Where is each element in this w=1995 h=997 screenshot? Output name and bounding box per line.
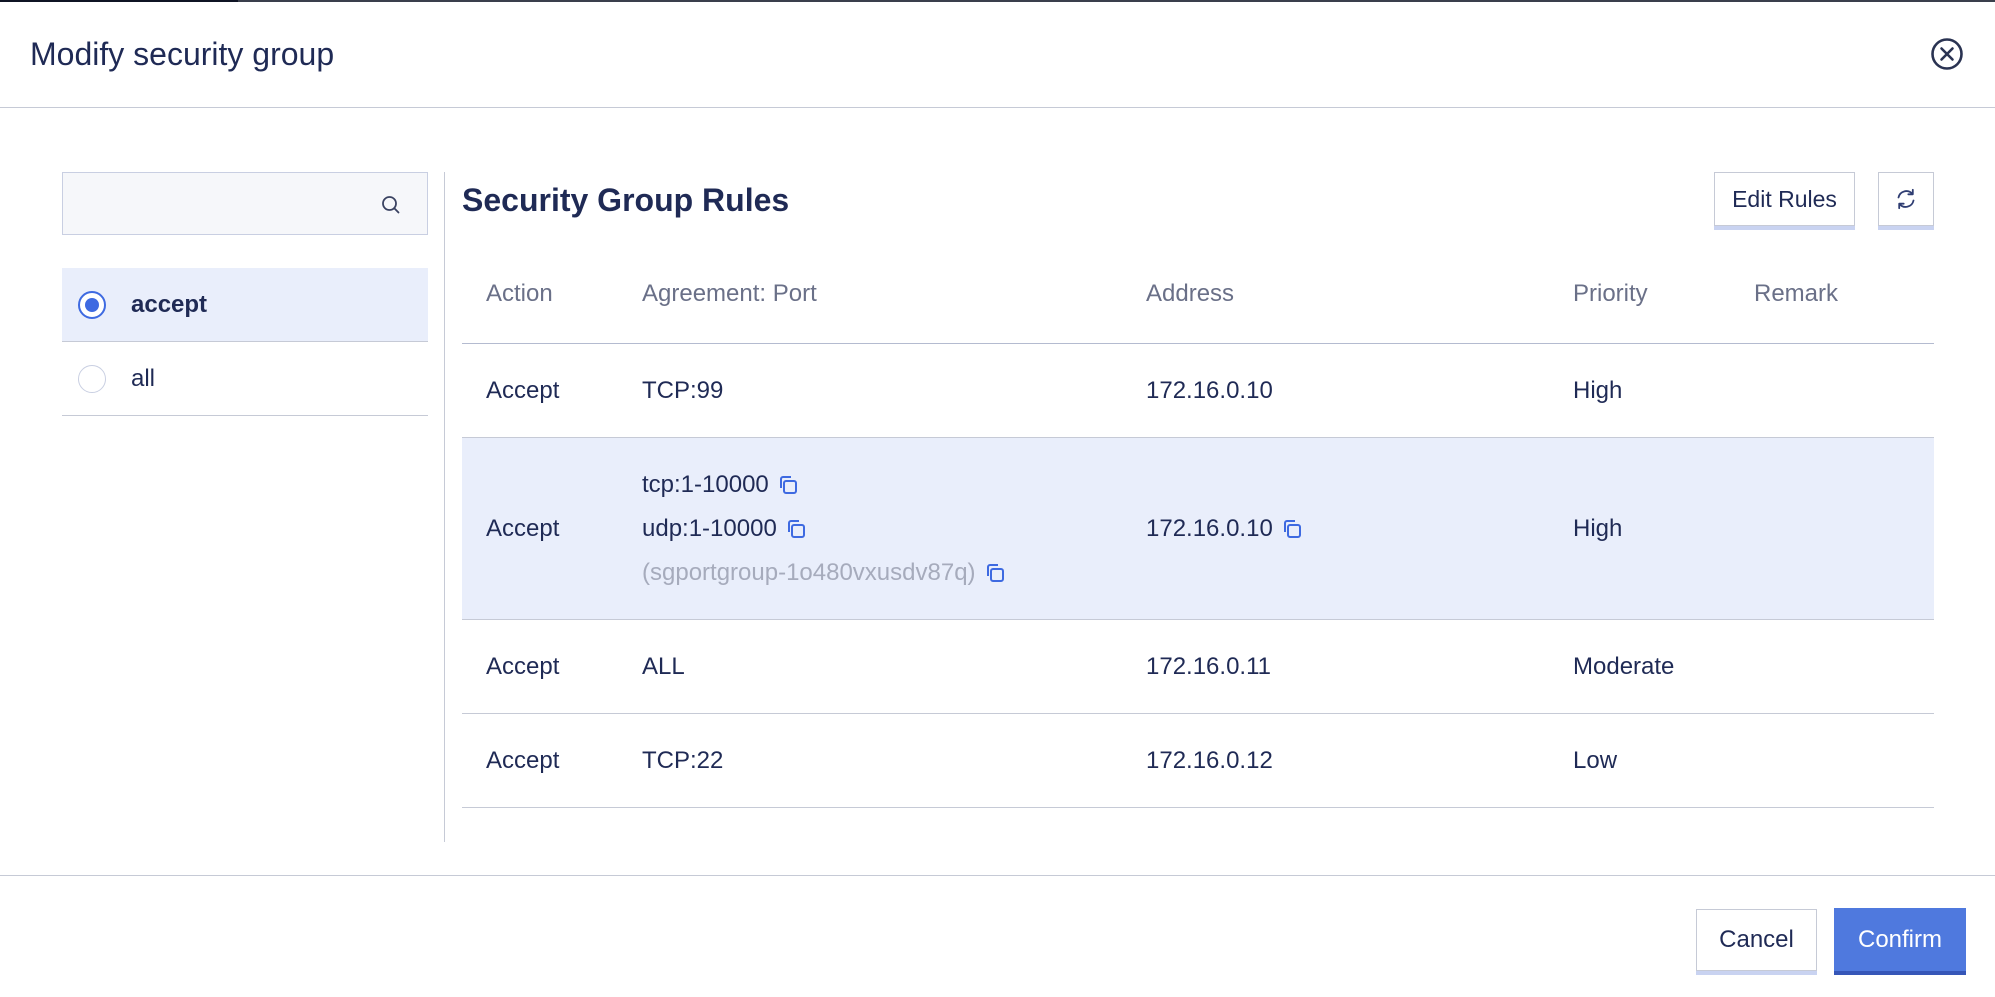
refresh-icon	[1897, 188, 1915, 210]
refresh-button[interactable]	[1878, 172, 1934, 226]
search-icon[interactable]	[381, 195, 401, 215]
copy-icon[interactable]	[1281, 518, 1303, 540]
cell-address: 172.16.0.10	[1146, 376, 1273, 404]
radio-dot	[85, 297, 99, 312]
port-entry: tcp:1-10000	[642, 470, 769, 498]
confirm-button[interactable]: Confirm	[1834, 908, 1966, 971]
group-option-all[interactable]: all	[62, 342, 428, 416]
close-circle-icon	[1931, 38, 1963, 70]
copy-icon[interactable]	[785, 518, 807, 540]
column-header-address: Address	[1146, 280, 1235, 307]
rules-title: Security Group Rules	[462, 182, 790, 218]
table-header: Action Agreement: Port Address Priority …	[462, 245, 1934, 344]
cell-port: TCP:22	[642, 746, 724, 774]
port-entry: udp:1-10000	[642, 514, 777, 542]
column-header-action: Action	[486, 280, 553, 307]
group-label: accept	[131, 290, 208, 318]
table-row: Accept TCP:22 172.16.0.12 Low	[462, 714, 1934, 808]
cell-address: 172.16.0.10	[1146, 515, 1573, 543]
table-row: Accept TCP:99 172.16.0.10 High	[462, 344, 1934, 438]
cell-action: Accept	[486, 652, 560, 680]
column-header-port: Agreement: Port	[642, 280, 817, 307]
cell-address: 172.16.0.12	[1146, 746, 1273, 774]
panel-divider	[444, 172, 445, 842]
rules-table: Action Agreement: Port Address Priority …	[462, 245, 1934, 808]
search-input[interactable]	[63, 173, 427, 234]
cell-priority: Moderate	[1573, 652, 1675, 680]
port-group-id: (sgportgroup-1o480vxusdv87q)	[642, 558, 976, 586]
close-button[interactable]	[1929, 36, 1965, 72]
cell-port-list: tcp:1-10000 udp:1-10000 (sgportgroup-1o4…	[642, 463, 1146, 595]
cell-priority: High	[1573, 376, 1623, 404]
group-search-box	[62, 172, 428, 235]
radio-button-unchecked[interactable]	[78, 364, 106, 393]
table-row: Accept ALL 172.16.0.11 Moderate	[462, 620, 1934, 714]
cell-priority: Low	[1573, 746, 1618, 774]
cell-action: Accept	[486, 514, 560, 542]
group-list: accept all	[62, 268, 428, 416]
group-label: all	[131, 364, 156, 392]
group-option-accept[interactable]: accept	[62, 268, 428, 342]
cell-port: TCP:99	[642, 376, 724, 404]
table-row-highlighted: Accept tcp:1-10000 udp:1-10000 (sgportgr…	[462, 438, 1934, 620]
dialog-title: Modify security group	[30, 36, 335, 72]
radio-button-checked[interactable]	[78, 290, 106, 319]
cell-address: 172.16.0.11	[1146, 652, 1272, 680]
dialog-footer: Cancel Confirm	[0, 875, 1995, 997]
copy-icon[interactable]	[984, 562, 1006, 584]
cell-priority: High	[1573, 514, 1623, 542]
column-header-priority: Priority	[1573, 280, 1648, 307]
group-selector-panel: accept all	[62, 172, 428, 416]
column-header-remark: Remark	[1754, 280, 1839, 307]
modify-security-group-dialog: Modify security group accept all Securit…	[0, 0, 1995, 997]
cell-port: ALL	[642, 652, 685, 680]
edit-rules-button[interactable]: Edit Rules	[1714, 172, 1855, 226]
address-value: 172.16.0.10	[1146, 514, 1273, 542]
cell-action: Accept	[486, 746, 560, 774]
dialog-header: Modify security group	[0, 2, 1995, 108]
copy-icon[interactable]	[777, 474, 799, 496]
cancel-button[interactable]: Cancel	[1696, 909, 1817, 971]
cell-action: Accept	[486, 376, 560, 404]
